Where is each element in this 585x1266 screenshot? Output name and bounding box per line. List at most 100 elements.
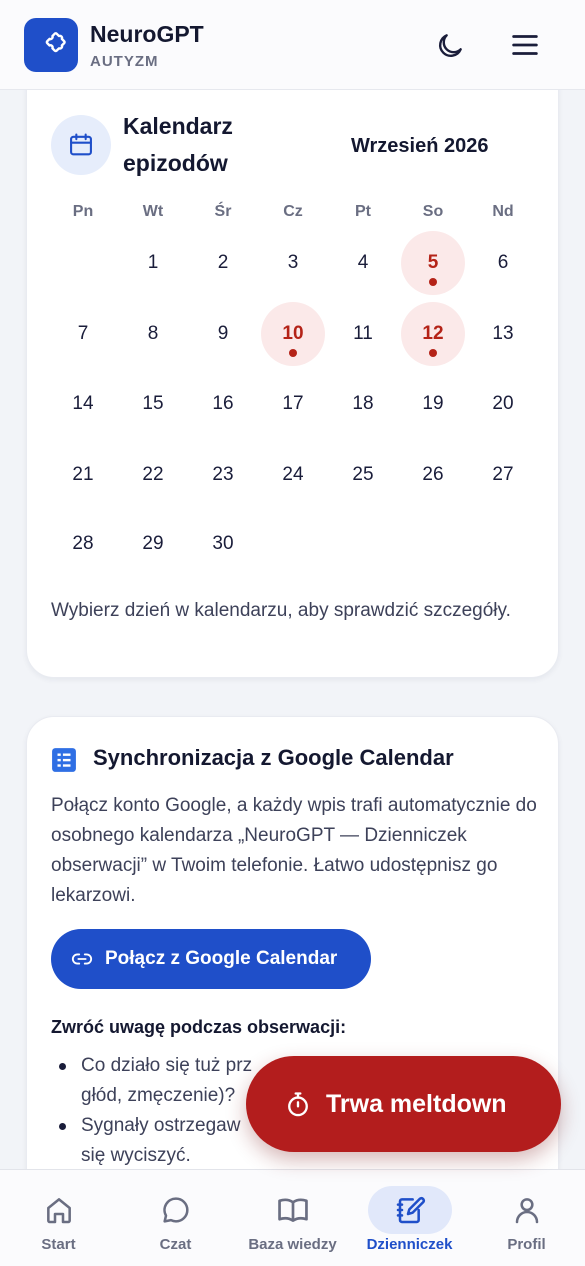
calendar-day[interactable]: 18 (331, 372, 395, 436)
app-title: NeuroGPT (90, 21, 204, 47)
moon-icon[interactable] (434, 30, 466, 62)
day-number: 17 (282, 393, 304, 414)
calendar-day[interactable]: 9 (191, 302, 255, 366)
google-calendar-icon (51, 747, 77, 773)
weekday-label: Cz (283, 203, 303, 220)
calendar-day[interactable]: 23 (191, 443, 255, 507)
day-number: 6 (497, 252, 509, 273)
nav-label: Baza wiedzy (248, 1236, 337, 1253)
weekday-label: Śr (214, 203, 232, 220)
day-number: 1 (147, 252, 159, 273)
hamburger-menu-icon[interactable] (508, 28, 542, 62)
day-number: 27 (492, 464, 514, 485)
person-icon (507, 1190, 547, 1230)
nav-baza-wiedzy[interactable]: Baza wiedzy (234, 1170, 351, 1266)
calendar-day-episode[interactable]: 10 (261, 302, 325, 366)
calendar-day[interactable]: 20 (471, 372, 535, 436)
sync-title: Synchronizacja z Google Calendar (93, 745, 454, 770)
day-number: 2 (217, 252, 229, 273)
day-number: 26 (422, 464, 444, 485)
calendar-day[interactable]: 25 (331, 443, 395, 507)
calendar-day[interactable]: 13 (471, 302, 535, 366)
book-icon (273, 1190, 313, 1230)
weekday-label: Nd (492, 203, 514, 220)
meltdown-button[interactable]: Trwa meltdown (246, 1056, 561, 1152)
notebook-pen-icon (390, 1190, 430, 1230)
calendar-day[interactable]: 19 (401, 372, 465, 436)
calendar-day[interactable]: 29 (121, 512, 185, 576)
day-number: 28 (72, 533, 94, 554)
day-number: 13 (492, 323, 514, 344)
calendar-day[interactable]: 6 (471, 231, 535, 295)
calendar-day[interactable]: 22 (121, 443, 185, 507)
calendar-day[interactable]: 4 (331, 231, 395, 295)
day-number: 8 (147, 323, 159, 344)
calendar-hint: Wybierz dzień w kalendarzu, aby sprawdzi… (51, 600, 511, 621)
calendar-day[interactable]: 17 (261, 372, 325, 436)
calendar-day[interactable]: 28 (51, 512, 115, 576)
day-number: 14 (72, 393, 94, 414)
day-number: 29 (142, 533, 164, 554)
day-number: 10 (282, 323, 304, 344)
calendar-day[interactable]: 16 (191, 372, 255, 436)
calendar-day[interactable]: 27 (471, 443, 535, 507)
bottom-navigation: Start Czat Baza wiedzy Dzienniczek Profi… (0, 1169, 585, 1266)
episode-marker-dot (429, 278, 437, 286)
day-number: 12 (422, 323, 444, 344)
weekday-label: Wt (142, 203, 164, 220)
puzzle-icon (24, 18, 78, 72)
calendar-day[interactable]: 8 (121, 302, 185, 366)
day-number: 23 (212, 464, 234, 485)
calendar-day[interactable]: 1 (121, 231, 185, 295)
day-number: 25 (352, 464, 374, 485)
calendar-day[interactable]: 26 (401, 443, 465, 507)
day-number: 11 (353, 323, 373, 344)
calendar-title: Kalendarz epizodów (123, 113, 233, 176)
nav-czat[interactable]: Czat (117, 1170, 234, 1266)
day-number: 4 (357, 252, 369, 273)
day-number: 30 (212, 533, 234, 554)
nav-label: Start (41, 1236, 76, 1253)
chat-bubble-icon (156, 1190, 196, 1230)
calendar-icon (51, 115, 111, 175)
day-number: 22 (142, 464, 164, 485)
app-subtitle: AUTYZM (90, 53, 159, 70)
calendar-day[interactable]: 2 (191, 231, 255, 295)
day-number: 20 (492, 393, 514, 414)
nav-dzienniczek[interactable]: Dzienniczek (351, 1170, 468, 1266)
day-number: 21 (72, 464, 94, 485)
day-number: 24 (282, 464, 304, 485)
calendar-day[interactable]: 14 (51, 372, 115, 436)
day-number: 5 (427, 252, 439, 273)
calendar-day[interactable]: 15 (121, 372, 185, 436)
connect-button-label: Połącz z Google Calendar (105, 948, 338, 969)
weekday-label: Pt (355, 203, 371, 220)
calendar-day[interactable]: 21 (51, 443, 115, 507)
day-number: 9 (217, 323, 229, 344)
nav-start[interactable]: Start (0, 1170, 117, 1266)
calendar-day[interactable]: 3 (261, 231, 325, 295)
nav-profil[interactable]: Profil (468, 1170, 585, 1266)
calendar-day[interactable]: 11 (331, 302, 395, 366)
nav-label: Dzienniczek (366, 1236, 453, 1253)
calendar-day[interactable]: 24 (261, 443, 325, 507)
meltdown-label: Trwa meltdown (326, 1089, 507, 1118)
calendar-day[interactable]: 7 (51, 302, 115, 366)
day-number: 18 (352, 393, 374, 414)
episode-marker-dot (429, 349, 437, 357)
link-icon (71, 953, 93, 965)
weekday-header: Pn Wt Śr Cz Pt So Nd (27, 203, 560, 227)
nav-label: Czat (159, 1236, 192, 1253)
calendar-day-episode[interactable]: 12 (401, 302, 465, 366)
nav-label: Profil (507, 1236, 546, 1253)
episode-marker-dot (289, 349, 297, 357)
calendar-day-episode[interactable]: 5 (401, 231, 465, 295)
calendar-month-label: Wrzesień 2026 (351, 135, 489, 157)
calendar-day[interactable]: 30 (191, 512, 255, 576)
day-number: 7 (77, 323, 89, 344)
episode-calendar-card: Kalendarz epizodów Wrzesień 2026 Pn Wt Ś… (26, 62, 559, 678)
stopwatch-icon (288, 1092, 308, 1117)
attention-title: Zwróć uwagę podczas obserwacji: (51, 1017, 347, 1037)
day-number: 16 (212, 393, 234, 414)
connect-google-calendar-button[interactable]: Połącz z Google Calendar (51, 929, 371, 989)
